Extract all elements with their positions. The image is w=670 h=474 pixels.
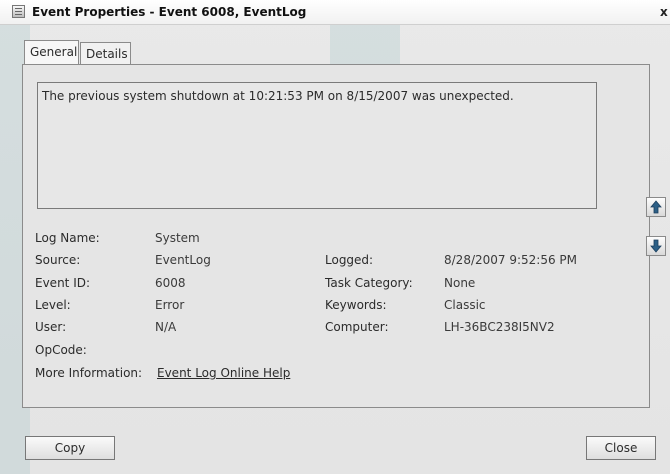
event-log-online-help-link[interactable]: Event Log Online Help <box>157 366 290 380</box>
source-value: EventLog <box>155 253 211 267</box>
tab-details[interactable]: Details <box>80 42 131 64</box>
user-label: User: <box>35 320 67 334</box>
title-bar: Event Properties - Event 6008, EventLog … <box>0 0 670 25</box>
computer-value: LH-36BC238I5NV2 <box>444 320 555 334</box>
task-category-value: None <box>444 276 476 290</box>
log-name-label: Log Name: <box>35 231 100 245</box>
event-id-label: Event ID: <box>35 276 91 290</box>
log-name-value: System <box>155 231 200 245</box>
opcode-label: OpCode: <box>35 343 87 357</box>
user-value: N/A <box>155 320 177 334</box>
next-event-button[interactable] <box>646 236 666 256</box>
computer-label: Computer: <box>325 320 389 334</box>
tab-general[interactable]: General <box>24 40 79 64</box>
level-label: Level: <box>35 298 71 312</box>
close-button[interactable]: Close <box>586 436 656 460</box>
close-icon[interactable]: x <box>660 5 668 19</box>
keywords-label: Keywords: <box>325 298 387 312</box>
logged-label: Logged: <box>325 253 374 267</box>
source-label: Source: <box>35 253 81 267</box>
level-value: Error <box>155 298 185 312</box>
event-viewer-icon <box>12 5 25 18</box>
logged-value: 8/28/2007 9:52:56 PM <box>444 253 578 267</box>
more-information-label: More Information: <box>35 366 143 380</box>
window-title: Event Properties - Event 6008, EventLog <box>32 5 307 19</box>
arrow-down-icon <box>650 239 662 253</box>
description-box[interactable]: The previous system shutdown at 10:21:53… <box>37 82 597 209</box>
event-description: The previous system shutdown at 10:21:53… <box>42 89 514 103</box>
copy-button[interactable]: Copy <box>25 436 115 460</box>
task-category-label: Task Category: <box>325 276 413 290</box>
keywords-value: Classic <box>444 298 486 312</box>
arrow-up-icon <box>650 200 662 214</box>
previous-event-button[interactable] <box>646 197 666 217</box>
event-id-value: 6008 <box>155 276 186 290</box>
event-properties-window: Event Properties - Event 6008, EventLog … <box>0 0 670 474</box>
